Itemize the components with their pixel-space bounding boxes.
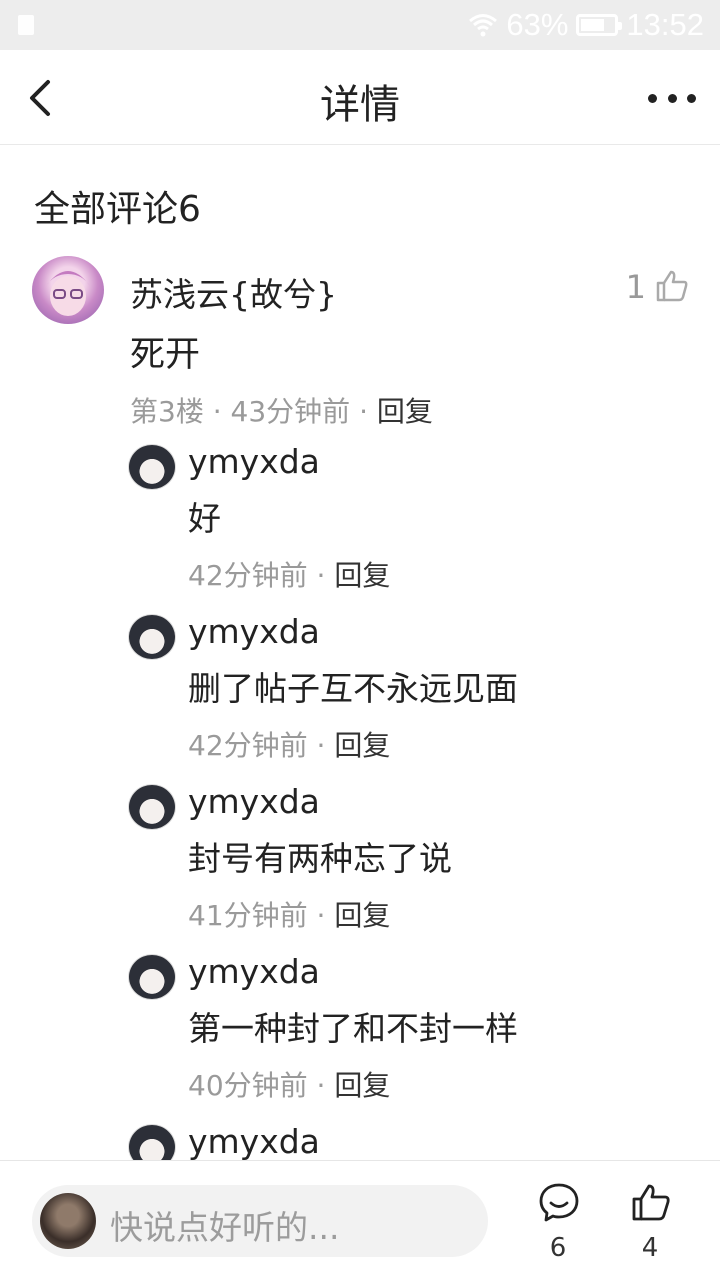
wifi-icon [469, 14, 498, 37]
reply-button[interactable]: 回复 [377, 395, 433, 428]
nav-bar: 详情 [0, 50, 720, 145]
comment-action[interactable]: 6 [528, 1181, 588, 1271]
meta-dot: · [359, 395, 377, 428]
comment-count: 6 [549, 1233, 567, 1263]
sim-card-icon [18, 15, 34, 35]
like-count: 4 [641, 1233, 659, 1263]
meta-dot: · [307, 559, 335, 592]
like-action[interactable]: 4 [620, 1181, 680, 1271]
avatar[interactable] [32, 256, 104, 324]
reply-item: ymyxda 好 42分钟前 · 回复 [128, 442, 688, 602]
like-count: 1 [625, 268, 646, 306]
reply-time: 42分钟前 [188, 559, 308, 592]
thumbs-up-icon [632, 1184, 670, 1221]
reply-item: ymyxda 第一种封了和不封一样 40分钟前 · 回复 [128, 952, 688, 1112]
avatar[interactable] [128, 444, 176, 490]
avatar[interactable] [128, 954, 176, 1000]
reply-item: ymyxda [128, 1122, 688, 1160]
battery-icon [576, 14, 623, 36]
comment-input[interactable]: 快说点好听的... [32, 1185, 488, 1257]
reply-author[interactable]: ymyxda [188, 612, 320, 651]
avatar [40, 1193, 96, 1249]
reply-button[interactable]: 回复 [334, 559, 390, 592]
bottom-bar: 快说点好听的... 6 4 [0, 1160, 720, 1280]
reply-meta: 42分钟前 · 回复 [188, 724, 390, 764]
reply-text: 封号有两种忘了说 [188, 839, 452, 878]
clock: 13:52 [626, 7, 704, 42]
reply-item: ymyxda 删了帖子互不永远见面 42分钟前 · 回复 [128, 612, 688, 772]
reply-time: 40分钟前 [188, 1069, 308, 1102]
reply-time: 42分钟前 [188, 729, 308, 762]
floor-label: 第3楼 [130, 395, 204, 428]
avatar[interactable] [128, 784, 176, 830]
reply-button[interactable]: 回复 [334, 1069, 390, 1102]
comment-meta: 第3楼 · 43分钟前 · 回复 [130, 390, 433, 430]
reply-meta: 41分钟前 · 回复 [188, 894, 390, 934]
thumbs-up-icon[interactable] [654, 268, 690, 304]
comment-input-placeholder: 快说点好听的... [110, 1208, 340, 1247]
avatar[interactable] [128, 614, 176, 660]
meta-dot: · [212, 395, 231, 428]
avatar-image [46, 271, 90, 316]
reply-author[interactable]: ymyxda [188, 1122, 320, 1160]
reply-time: 41分钟前 [188, 899, 308, 932]
reply-author[interactable]: ymyxda [188, 782, 320, 821]
battery-percent: 63% [506, 7, 569, 42]
status-bar: 63% 13:52 [0, 0, 720, 50]
more-dots-icon[interactable] [648, 80, 696, 116]
comment-text: 死开 [130, 335, 201, 375]
page-title: 详情 [320, 82, 400, 128]
avatar[interactable] [128, 1124, 176, 1160]
reply-text: 删了帖子互不永远见面 [188, 669, 518, 708]
comments-header: 全部评论6 [34, 189, 201, 230]
reply-meta: 40分钟前 · 回复 [188, 1064, 390, 1104]
reply-button[interactable]: 回复 [334, 899, 390, 932]
reply-text: 第一种封了和不封一样 [188, 1009, 518, 1048]
reply-button[interactable]: 回复 [334, 729, 390, 762]
comment-time: 43分钟前 [230, 395, 351, 428]
meta-dot: · [307, 729, 335, 762]
reply-author[interactable]: ymyxda [188, 442, 320, 481]
status-right: 63% 13:52 [468, 0, 704, 50]
meta-dot: · [307, 899, 335, 932]
reply-meta: 42分钟前 · 回复 [188, 554, 390, 594]
chat-bubble-icon [539, 1183, 579, 1222]
meta-dot: · [307, 1069, 335, 1102]
reply-author[interactable]: ymyxda [188, 952, 320, 991]
comment-author[interactable]: 苏浅云{故兮} [130, 268, 337, 316]
reply-item: ymyxda 封号有两种忘了说 41分钟前 · 回复 [128, 782, 688, 942]
reply-text: 好 [188, 499, 221, 538]
